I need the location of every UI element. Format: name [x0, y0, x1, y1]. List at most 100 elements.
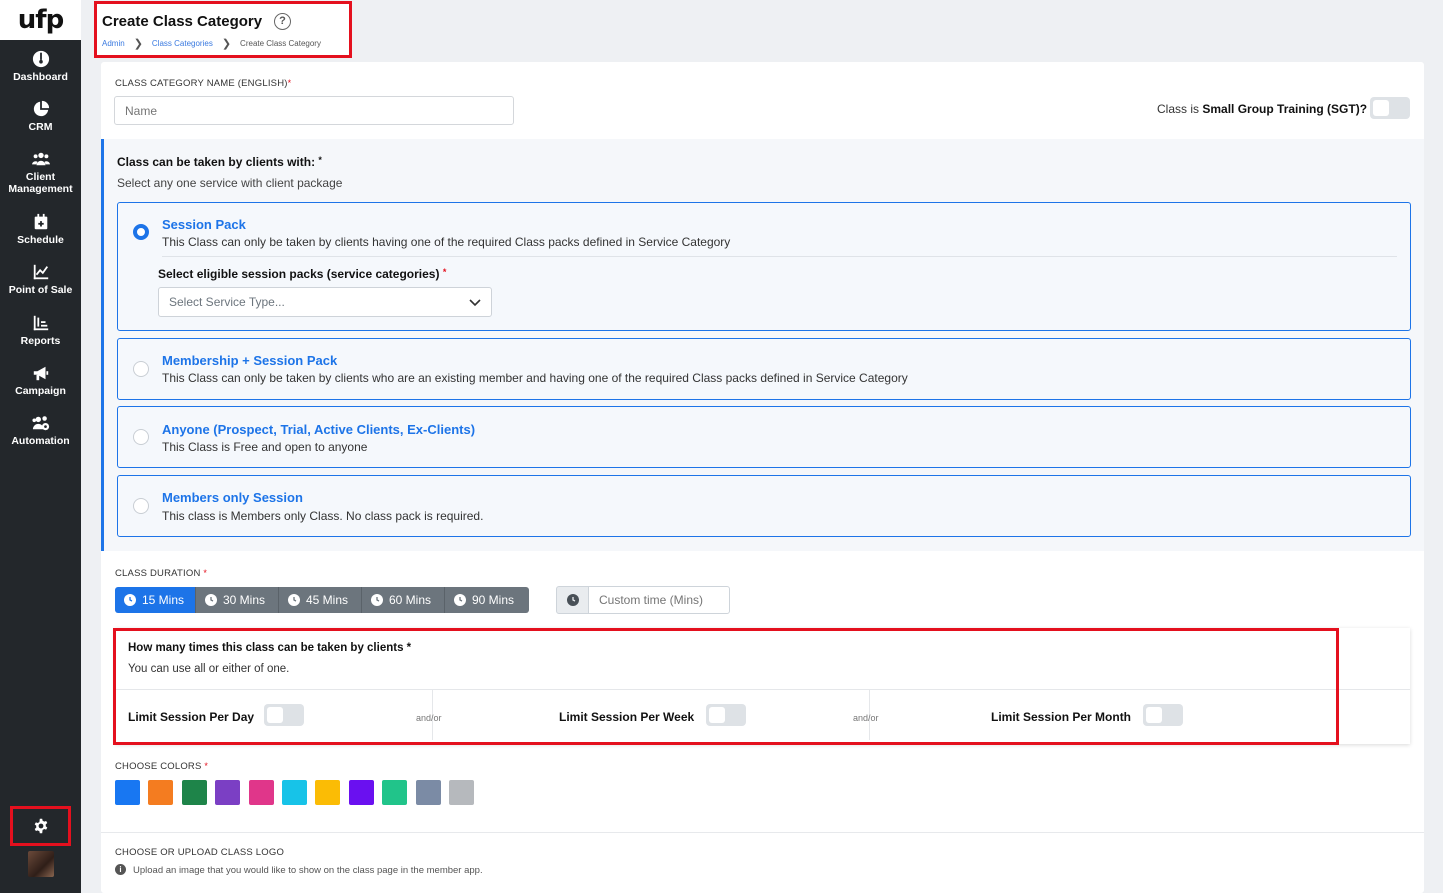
radio-membership-session-pack[interactable] [133, 361, 149, 377]
sidebar-item-label: Automation [11, 435, 70, 447]
colors-label: CHOOSE COLORS * [115, 761, 209, 772]
radio-anyone[interactable] [133, 429, 149, 445]
option-desc: This Class can only be taken by clients … [162, 235, 731, 249]
avatar[interactable] [28, 851, 54, 877]
users-gear-icon [31, 416, 49, 431]
session-limit-card: How many times this class can be taken b… [115, 628, 1410, 744]
option-title: Anyone (Prospect, Trial, Active Clients,… [162, 422, 476, 437]
logo-text: ufp [17, 5, 64, 35]
option-desc: This class is Members only Class. No cla… [162, 509, 484, 523]
limit-per-month-label: Limit Session Per Month [991, 710, 1132, 724]
color-swatch[interactable] [415, 780, 441, 805]
divider [115, 689, 1410, 690]
sidebar-item-label: Schedule [17, 234, 64, 246]
service-subtitle: Select any one service with client packa… [117, 176, 343, 190]
sidebar-item-point-of-sale[interactable]: Point of Sale [0, 263, 81, 296]
duration-30-button[interactable]: 30 Mins [196, 587, 279, 613]
clock-icon [124, 594, 136, 606]
clock-icon [454, 594, 466, 606]
chevron-right-icon: ❯ [221, 38, 232, 50]
clock-icon [371, 594, 383, 606]
limit-per-day-toggle[interactable] [264, 704, 304, 726]
category-name-input[interactable] [114, 96, 514, 125]
sgt-toggle[interactable] [1370, 97, 1410, 119]
clock-icon [566, 594, 579, 606]
breadcrumb: Admin ❯ Class Categories ❯ Create Class … [102, 37, 321, 50]
service-section: Class can be taken by clients with: * Se… [101, 139, 1424, 551]
duration-label: CLASS DURATION * [115, 568, 208, 579]
option-members-only[interactable]: Members only Session This class is Membe… [117, 475, 1411, 537]
sidebar-item-schedule[interactable]: Schedule [0, 213, 81, 246]
line-chart-icon [33, 264, 48, 280]
radio-members-only[interactable] [133, 498, 149, 514]
andor-label: and/or [853, 713, 879, 723]
duration-45-button[interactable]: 45 Mins [279, 587, 362, 613]
divider [162, 256, 1397, 257]
sidebar-item-label: Point of Sale [8, 284, 73, 296]
sgt-label: Class is Small Group Training (SGT)? [1157, 102, 1368, 116]
chevron-right-icon: ❯ [133, 38, 143, 50]
sidebar: ufp Dashboard CRM Client Management Sche… [0, 0, 81, 893]
limit-per-week-toggle[interactable] [706, 704, 746, 726]
color-swatch[interactable] [115, 780, 140, 805]
limit-per-month-toggle[interactable] [1143, 704, 1183, 726]
limit-title: How many times this class can be taken b… [128, 642, 412, 654]
breadcrumb-class-categories[interactable]: Class Categories [152, 39, 213, 48]
color-swatch[interactable] [148, 780, 174, 805]
custom-time-input[interactable] [588, 586, 730, 614]
category-name-label: CLASS CATEGORY NAME (ENGLISH)* [115, 78, 292, 89]
sidebar-item-crm[interactable]: CRM [0, 100, 81, 133]
color-swatch[interactable] [281, 780, 307, 805]
sidebar-item-label: Reports [20, 335, 61, 347]
duration-15-button[interactable]: 15 Mins [115, 587, 196, 613]
sidebar-item-label: Campaign [15, 385, 66, 397]
sidebar-item-reports[interactable]: Reports [0, 314, 81, 347]
service-type-select[interactable]: Select Service Type... [158, 287, 492, 317]
clock-icon [288, 594, 300, 606]
info-icon: i [115, 864, 126, 875]
pie-chart-icon [33, 100, 49, 117]
bar-chart-icon [33, 315, 48, 331]
option-title: Members only Session [162, 490, 303, 505]
color-swatch[interactable] [348, 780, 374, 805]
option-membership-session-pack[interactable]: Membership + Session Pack This Class can… [117, 338, 1411, 400]
andor-label: and/or [416, 713, 442, 723]
page-header: Create Class Category ? Admin ❯ Class Ca… [94, 1, 352, 58]
logo[interactable]: ufp [0, 0, 81, 40]
class-logo-label: CHOOSE OR UPLOAD CLASS LOGO [115, 847, 285, 858]
help-icon[interactable]: ? [274, 13, 291, 30]
custom-time-icon-box [556, 586, 589, 614]
session-pack-select-label: Select eligible session packs (service c… [158, 267, 447, 281]
limit-per-week-label: Limit Session Per Week [559, 710, 695, 724]
color-swatch[interactable] [448, 780, 474, 805]
color-swatch[interactable] [181, 780, 207, 805]
sidebar-item-label: Client Management [8, 171, 73, 195]
color-swatch[interactable] [248, 780, 274, 805]
gear-icon [34, 818, 47, 834]
users-icon [31, 152, 50, 166]
color-swatch[interactable] [382, 780, 408, 805]
limit-subtitle: You can use all or either of one. [128, 663, 290, 675]
color-swatch[interactable] [215, 780, 241, 805]
breadcrumb-current: Create Class Category [240, 39, 321, 48]
chevron-down-icon [469, 299, 481, 307]
option-anyone[interactable]: Anyone (Prospect, Trial, Active Clients,… [117, 406, 1411, 468]
sidebar-item-client-management[interactable]: Client Management [0, 150, 81, 195]
sidebar-item-automation[interactable]: Automation [0, 414, 81, 447]
duration-90-button[interactable]: 90 Mins [445, 587, 529, 613]
sidebar-item-dashboard[interactable]: Dashboard [0, 50, 81, 83]
breadcrumb-admin[interactable]: Admin [102, 39, 125, 48]
page-title: Create Class Category [102, 13, 263, 30]
class-logo-info: Upload an image that you would like to s… [133, 865, 483, 876]
duration-button-group: 15 Mins 30 Mins 45 Mins 60 Mins 90 Mins [115, 587, 529, 613]
sidebar-item-campaign[interactable]: Campaign [0, 364, 81, 397]
option-desc: This Class is Free and open to anyone [162, 440, 368, 454]
dashboard-icon [32, 50, 49, 68]
color-swatch[interactable] [315, 780, 341, 805]
service-title: Class can be taken by clients with: * [117, 155, 322, 169]
duration-60-button[interactable]: 60 Mins [362, 587, 445, 613]
radio-session-pack[interactable] [133, 224, 149, 240]
sidebar-item-label: CRM [28, 121, 53, 133]
settings-button[interactable] [10, 806, 71, 846]
option-session-pack[interactable]: Session Pack This Class can only be take… [117, 202, 1411, 331]
